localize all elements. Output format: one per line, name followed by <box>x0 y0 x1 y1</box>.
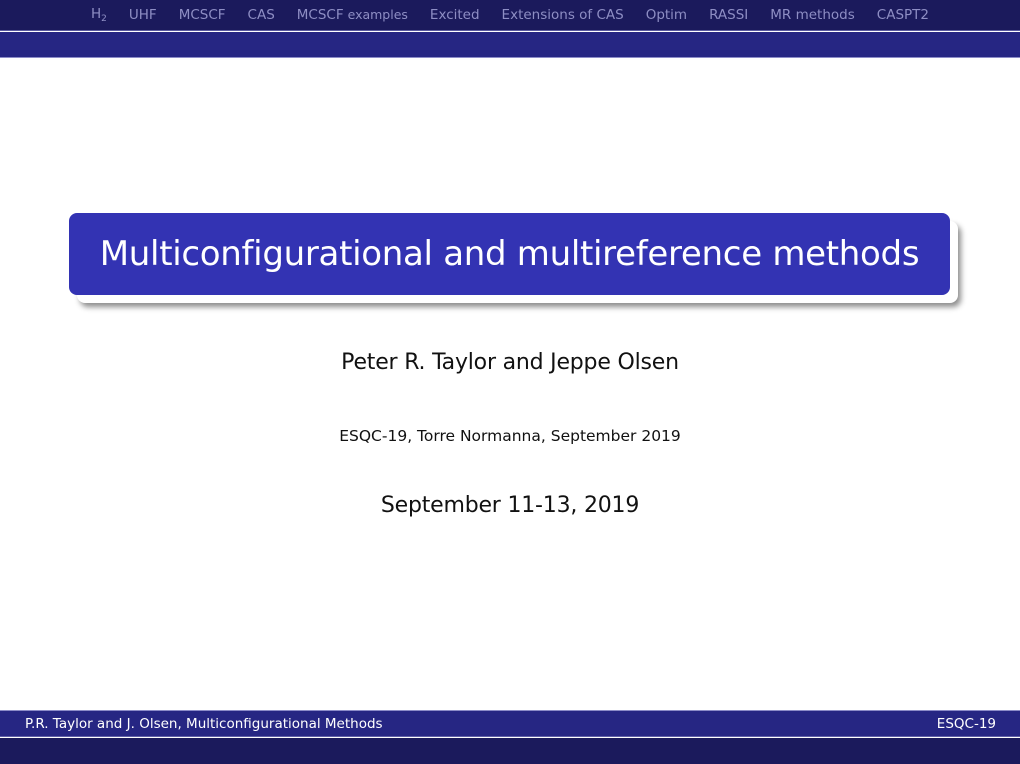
nav-item-extensions-of-cas[interactable]: Extensions of CAS <box>491 7 635 23</box>
title-block: Multiconfigurational and multireference … <box>69 213 950 295</box>
nav-item-label: MCSCF <box>296 7 344 23</box>
nav-item-mcscf-examples[interactable]: MCSCF examples <box>286 7 419 23</box>
nav-item-excited[interactable]: Excited <box>419 7 491 23</box>
footer-bar: P.R. Taylor and J. Olsen, Multiconfigura… <box>0 710 1020 737</box>
footer-bottom-bar <box>0 738 1020 764</box>
header-subsection-bar <box>0 32 1020 58</box>
nav-item-h2[interactable]: H2 <box>80 6 118 24</box>
section-navigation-bar: H2 UHF MCSCF CAS MCSCF examples Excited … <box>0 0 1020 31</box>
date-line: September 11-13, 2019 <box>380 493 640 518</box>
nav-item-mcscf[interactable]: MCSCF <box>168 7 237 23</box>
nav-item-uhf[interactable]: UHF <box>118 7 168 23</box>
institute-line: ESQC-19, Torre Normanna, September 2019 <box>339 427 681 445</box>
nav-item-optim[interactable]: Optim <box>635 7 698 23</box>
nav-item-cas[interactable]: CAS <box>237 7 286 23</box>
nav-item-label-suffix: examples <box>343 7 408 22</box>
author-line: Peter R. Taylor and Jeppe Olsen <box>341 350 679 375</box>
nav-item-rassi[interactable]: RASSI <box>698 7 759 23</box>
nav-item-label: H <box>91 6 102 22</box>
footer-author-title: P.R. Taylor and J. Olsen, Multiconfigura… <box>25 715 383 732</box>
title-box: Multiconfigurational and multireference … <box>69 213 950 295</box>
nav-item-caspt2[interactable]: CASPT2 <box>866 7 940 23</box>
footer-event: ESQC-19 <box>936 715 996 732</box>
presentation-title: Multiconfigurational and multireference … <box>99 234 920 274</box>
nav-item-subscript: 2 <box>101 14 107 24</box>
nav-item-mr-methods[interactable]: MR methods <box>759 7 866 23</box>
